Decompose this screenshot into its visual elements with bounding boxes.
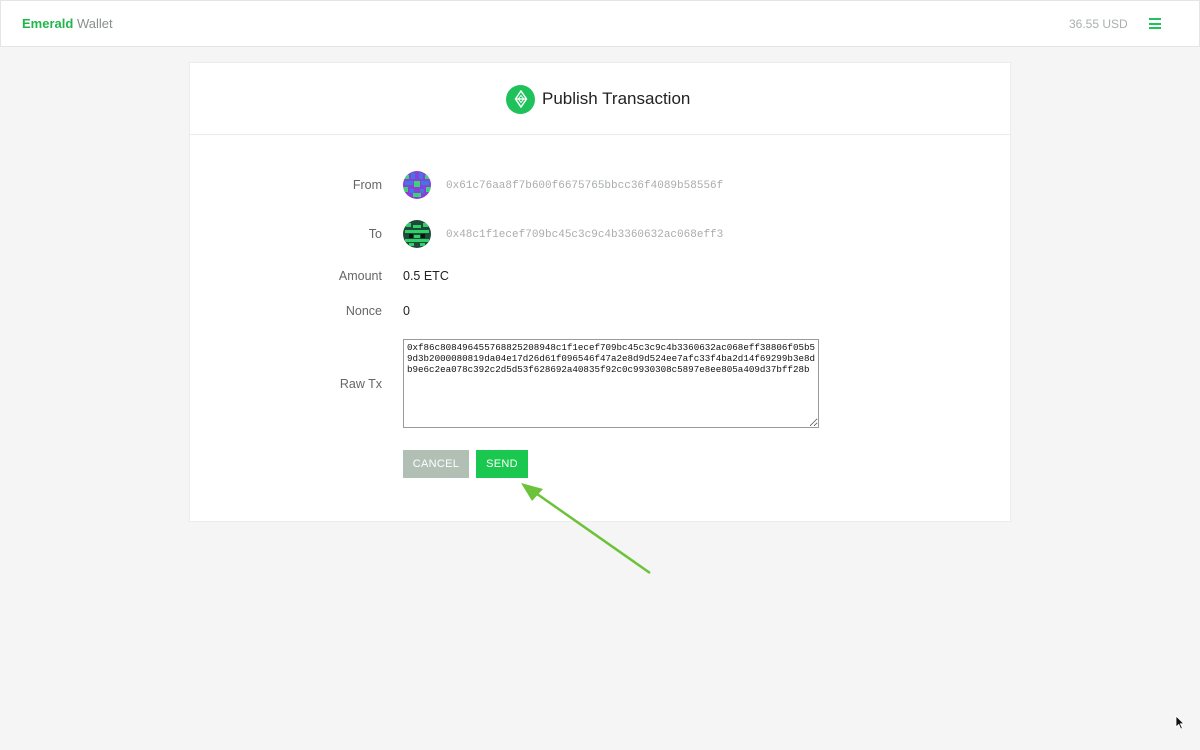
to-avatar-identicon — [403, 220, 431, 248]
from-label: From — [352, 178, 382, 192]
brand-primary: Emerald — [22, 16, 74, 31]
page-title: Publish Transaction — [542, 89, 691, 108]
nonce-value: 0 — [403, 304, 410, 318]
cancel-button[interactable]: CANCEL — [403, 450, 469, 478]
card-header: Publish Transaction — [190, 63, 1010, 135]
nonce-label: Nonce — [345, 304, 382, 318]
from-address: 0x61c76aa8f7b600f6675765bbcc36f4089b5855… — [446, 180, 724, 192]
mouse-cursor-icon — [1175, 715, 1185, 730]
publish-transaction-card: Publish Transaction From 0x61c76aa8f7b60… — [189, 62, 1011, 522]
raw-tx-label: Raw Tx — [339, 377, 382, 391]
balance-display: 36.55 USD — [1069, 17, 1128, 31]
brand-secondary: Wallet — [76, 16, 113, 31]
top-bar: Emerald Wallet 36.55 USD — [0, 0, 1200, 47]
ethereum-classic-icon — [506, 84, 535, 114]
from-avatar-identicon — [403, 171, 431, 199]
hamburger-menu-icon[interactable] — [1149, 18, 1161, 29]
amount-label: Amount — [338, 269, 382, 283]
raw-tx-textarea[interactable]: 0xf86c808496455768825208948c1f1ecef709bc… — [403, 339, 819, 428]
to-label: To — [368, 227, 382, 241]
send-button[interactable]: SEND — [476, 450, 528, 478]
amount-value: 0.5 ETC — [403, 269, 449, 283]
app-brand[interactable]: Emerald Wallet — [22, 16, 113, 31]
to-address: 0x48c1f1ecef709bc45c3c9c4b3360632ac068ef… — [446, 229, 724, 241]
